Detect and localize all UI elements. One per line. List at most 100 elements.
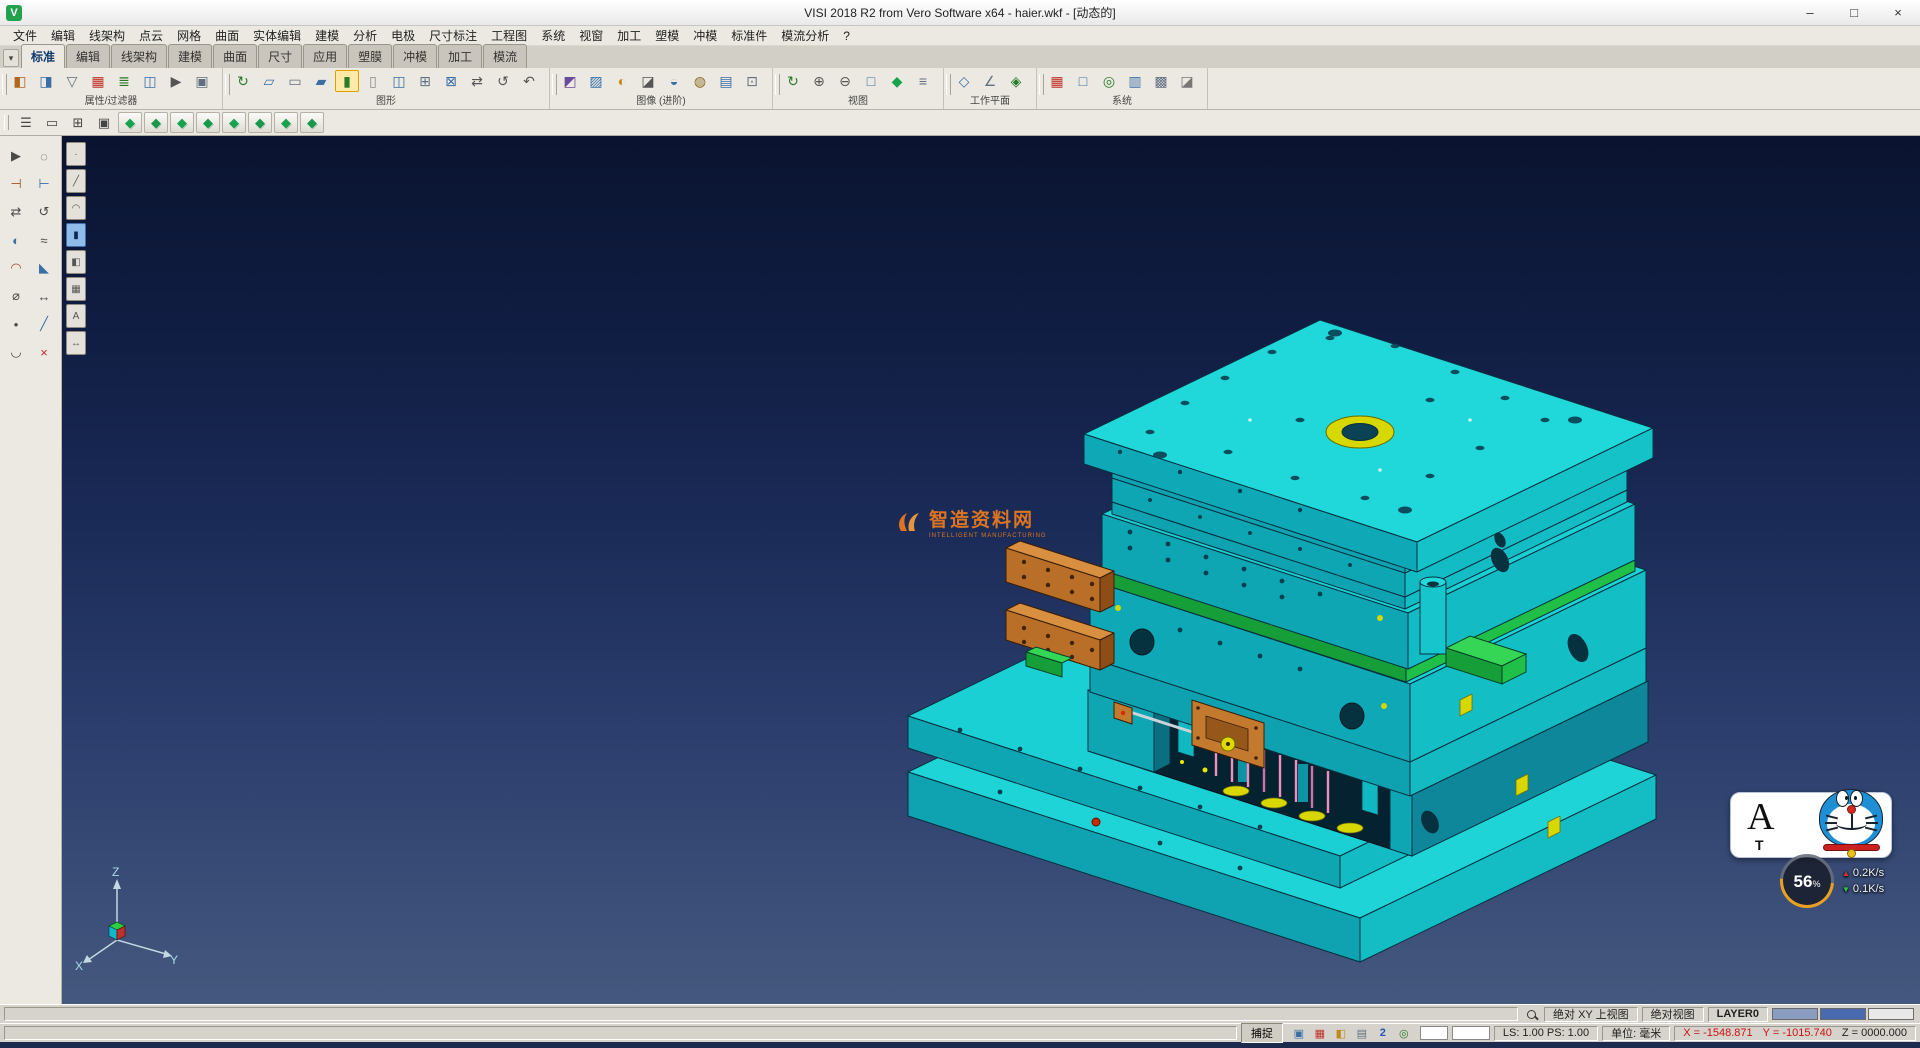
arc-filter-toggle[interactable]: ◠ <box>66 196 86 220</box>
system-grid-icon[interactable]: ▩ <box>1149 70 1173 92</box>
offset-icon[interactable]: ≈ <box>31 228 57 252</box>
quad-viewport-icon[interactable]: ⊞ <box>66 112 90 133</box>
menu-window[interactable]: 视窗 <box>572 25 610 46</box>
tab-flow[interactable]: 模流 <box>483 44 527 68</box>
tab-application[interactable]: 应用 <box>303 44 347 68</box>
screenshot-icon[interactable]: ⊡ <box>740 70 764 92</box>
close-button[interactable]: × <box>1876 0 1920 25</box>
background-color-icon[interactable]: ▤ <box>714 70 738 92</box>
snap-toggle-button[interactable]: 捕捉 <box>1241 1023 1283 1043</box>
rotate-icon[interactable]: ↺ <box>31 200 57 224</box>
desktop-overlay-widget[interactable]: A T <box>1722 784 1920 924</box>
zoom-extents-icon[interactable]: ⊠ <box>439 70 463 92</box>
menu-file[interactable]: 文件 <box>6 25 44 46</box>
tab-wireframe[interactable]: 线架构 <box>111 44 167 68</box>
status-color-icon[interactable]: ▦ <box>1311 1026 1329 1041</box>
arc-icon[interactable]: ◡ <box>3 340 29 364</box>
layer-color-swatch-1[interactable] <box>1772 1008 1818 1020</box>
system-3d-icon[interactable]: ◪ <box>1175 70 1199 92</box>
assistant-popup-card[interactable]: A T <box>1730 792 1892 858</box>
menu-wireframe[interactable]: 线架构 <box>82 25 132 46</box>
menu-point-cloud[interactable]: 点云 <box>132 25 170 46</box>
menu-mesh[interactable]: 网格 <box>170 25 208 46</box>
menu-system[interactable]: 系统 <box>534 25 572 46</box>
texture-map-icon[interactable]: ▨ <box>584 70 608 92</box>
dimension-filter-toggle[interactable]: ↔ <box>66 331 86 355</box>
tab-machining[interactable]: 加工 <box>438 44 482 68</box>
menu-drawing[interactable]: 工程图 <box>484 25 534 46</box>
status-info-icon[interactable]: ◎ <box>1395 1026 1413 1041</box>
system-colors-icon[interactable]: ▦ <box>1045 70 1069 92</box>
system-display-icon[interactable]: □ <box>1071 70 1095 92</box>
render-advanced-icon[interactable]: ◩ <box>558 70 582 92</box>
zoom-in-icon[interactable]: ⊕ <box>807 70 831 92</box>
view-bottom-icon[interactable]: ◆ <box>248 112 272 133</box>
filter-funnel-icon[interactable]: ▽ <box>60 70 84 92</box>
wireframe-mode-icon[interactable]: ▱ <box>257 70 281 92</box>
attribute-copy-icon[interactable]: ◨ <box>34 70 58 92</box>
line-icon[interactable]: ╱ <box>31 312 57 336</box>
shaded-mode-icon[interactable]: ▰ <box>309 70 333 92</box>
system-world-icon[interactable]: ◎ <box>1097 70 1121 92</box>
workplane-set-icon[interactable]: ◇ <box>952 70 976 92</box>
status-print-icon[interactable]: ▤ <box>1353 1026 1371 1041</box>
trim-icon[interactable]: ⊣ <box>3 172 29 196</box>
tab-mold[interactable]: 塑膜 <box>348 44 392 68</box>
layer-color-swatch-3[interactable] <box>1868 1008 1914 1020</box>
point-icon[interactable]: • <box>3 312 29 336</box>
status-fill-icon[interactable]: ◧ <box>1332 1026 1350 1041</box>
shaded-edges-mode-icon[interactable]: ▮ <box>335 70 359 92</box>
transparency-mode-icon[interactable]: ▯ <box>361 70 385 92</box>
maximize-button[interactable]: □ <box>1832 0 1876 25</box>
view-back-icon[interactable]: ◆ <box>222 112 246 133</box>
status-field-1[interactable] <box>1420 1026 1448 1040</box>
material-icon[interactable]: ◍ <box>688 70 712 92</box>
orbit-view-icon[interactable]: ↺ <box>491 70 515 92</box>
view-front-icon[interactable]: □ <box>859 70 883 92</box>
menu-die[interactable]: 冲模 <box>686 25 724 46</box>
view-rotate-icon[interactable]: ↻ <box>781 70 805 92</box>
tab-surface[interactable]: 曲面 <box>213 44 257 68</box>
previous-view-icon[interactable]: ↶ <box>517 70 541 92</box>
viewport-layout-menu-icon[interactable]: ☰ <box>14 112 38 133</box>
color-filter-icon[interactable]: ▦ <box>86 70 110 92</box>
extend-icon[interactable]: ⊢ <box>31 172 57 196</box>
text-filter-toggle[interactable]: A <box>66 304 86 328</box>
menu-solid-edit[interactable]: 实体编辑 <box>246 25 308 46</box>
layer-color-swatch-2[interactable] <box>1820 1008 1866 1020</box>
tab-standard[interactable]: 标准 <box>21 44 65 68</box>
view-iso-icon[interactable]: ◆ <box>274 112 298 133</box>
zoom-window-icon[interactable]: ⊞ <box>413 70 437 92</box>
view-right-icon[interactable]: ◆ <box>170 112 194 133</box>
menu-modeling[interactable]: 建模 <box>308 25 346 46</box>
solid-filter-toggle[interactable]: ▮ <box>66 223 86 247</box>
toolbar-tabs-menu-button[interactable]: ▾ <box>3 49 19 67</box>
workplane-angle-icon[interactable]: ∠ <box>978 70 1002 92</box>
view-front-icon[interactable]: ◆ <box>144 112 168 133</box>
pan-view-icon[interactable]: ⇄ <box>465 70 489 92</box>
view-iso-rear-icon[interactable]: ◆ <box>300 112 324 133</box>
lasso-select-icon[interactable]: ◌ <box>31 144 57 168</box>
reflection-icon[interactable]: ◒ <box>662 70 686 92</box>
fillet-icon[interactable]: ◠ <box>3 256 29 280</box>
status-save-icon[interactable]: ▣ <box>1290 1026 1308 1041</box>
menu-machining[interactable]: 加工 <box>610 25 648 46</box>
menu-flow-analysis[interactable]: 模流分析 <box>774 25 836 46</box>
entity-filter-icon[interactable]: ◫ <box>138 70 162 92</box>
view-left-icon[interactable]: ◆ <box>196 112 220 133</box>
menu-mold[interactable]: 塑模 <box>648 25 686 46</box>
tab-dimension[interactable]: 尺寸 <box>258 44 302 68</box>
chamfer-icon[interactable]: ◣ <box>31 256 57 280</box>
status-field-2[interactable] <box>1452 1026 1490 1040</box>
active-layer-readout[interactable]: LAYER0 <box>1708 1007 1768 1022</box>
viewport-windows-icon[interactable]: ▣ <box>92 112 116 133</box>
section-view-icon[interactable]: ◫ <box>387 70 411 92</box>
dimension-icon[interactable]: ↔ <box>31 284 57 308</box>
attribute-edit-icon[interactable]: ◧ <box>8 70 32 92</box>
line-filter-toggle[interactable]: ╱ <box>66 169 86 193</box>
percent-badge[interactable]: 56% <box>1780 854 1834 908</box>
selection-box-icon[interactable]: ▣ <box>190 70 214 92</box>
mirror-icon[interactable]: ◐ <box>3 228 29 252</box>
tab-die[interactable]: 冲模 <box>393 44 437 68</box>
menu-edit[interactable]: 编辑 <box>44 25 82 46</box>
